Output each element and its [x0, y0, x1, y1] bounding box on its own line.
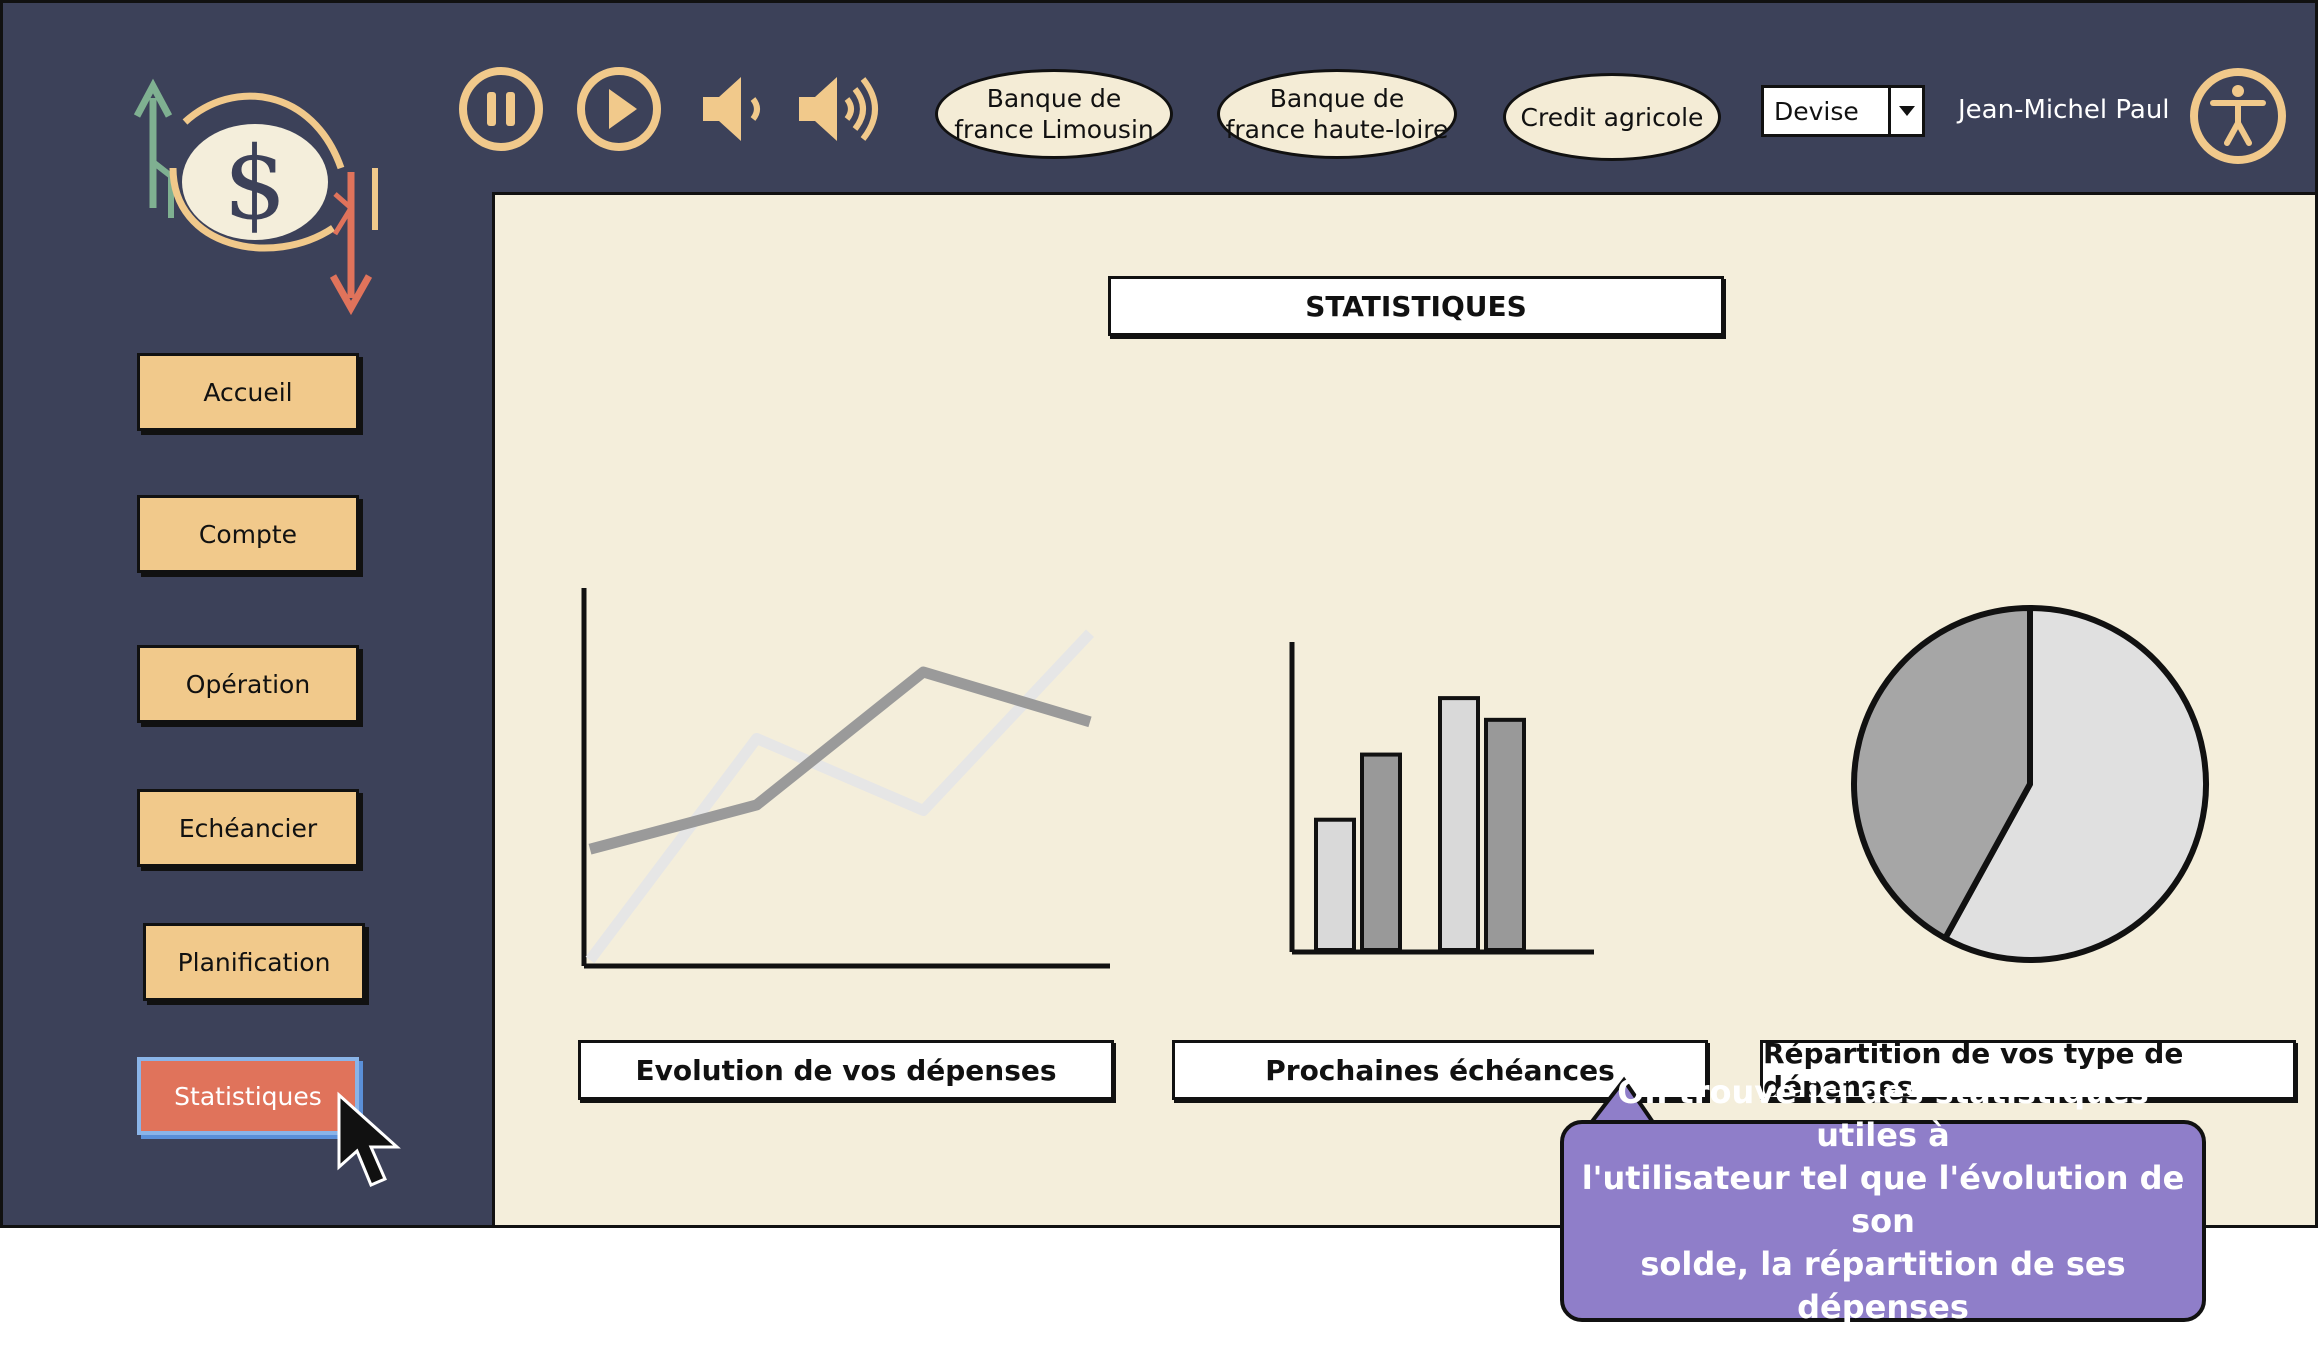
pause-icon[interactable] — [457, 65, 545, 153]
nav-echeancier-button[interactable]: Echéancier — [137, 789, 359, 867]
user-name: Jean-Michel Paul — [1958, 95, 2170, 125]
bank-haute-loire-button[interactable]: Banque de france haute-loire — [1217, 69, 1457, 159]
tooltip-line: en fonction du domaine... — [1650, 1330, 2116, 1369]
bar — [1360, 752, 1402, 952]
line-series-dark — [588, 666, 1092, 855]
bank-line: Credit agricole — [1520, 102, 1704, 132]
spending-evolution-line-chart — [581, 588, 1110, 969]
mouse-cursor-icon — [337, 1091, 401, 1187]
nav-planification-button[interactable]: Planification — [143, 923, 365, 1001]
bar — [1484, 717, 1526, 953]
expense-type-pie-chart — [1851, 605, 2209, 963]
help-tooltip: On trouve ici des statistiques utiles à … — [1560, 1073, 2206, 1369]
dollar-exchange-logo-icon: $ — [133, 78, 378, 316]
svg-text:$: $ — [223, 125, 287, 242]
bank-limousin-button[interactable]: Banque de france Limousin — [935, 69, 1173, 159]
tooltip-line: l'utilisateur tel que l'évolution de son — [1581, 1158, 2185, 1240]
nav-accueil-button[interactable]: Accueil — [137, 353, 359, 431]
currency-select[interactable]: Devise — [1761, 85, 1925, 137]
bank-line: Banque de — [1269, 84, 1405, 113]
volume-high-icon[interactable] — [795, 65, 883, 153]
nav-compte-button[interactable]: Compte — [137, 495, 359, 573]
chevron-down-icon[interactable] — [1888, 88, 1922, 134]
bank-line: france haute-loire — [1225, 115, 1449, 144]
page-title: STATISTIQUES — [1108, 276, 1724, 336]
play-icon[interactable] — [575, 65, 663, 153]
bar — [1438, 696, 1480, 952]
nav-operation-button[interactable]: Opération — [137, 645, 359, 723]
volume-low-icon[interactable] — [697, 65, 785, 153]
upcoming-payments-bar-chart — [1289, 642, 1594, 955]
bank-line: Banque de — [986, 84, 1122, 113]
accessibility-icon[interactable] — [2189, 67, 2287, 165]
nav-statistiques-button[interactable]: Statistiques — [137, 1057, 359, 1135]
spending-evolution-label: Evolution de vos dépenses — [578, 1040, 1114, 1100]
bank-credit-agricole-button[interactable]: Credit agricole — [1503, 73, 1721, 161]
tooltip-line: On trouve ici des statistiques utiles à — [1617, 1072, 2149, 1154]
line-series-light — [585, 629, 1095, 964]
tooltip-line: solde, la répartition de ses dépenses — [1640, 1244, 2126, 1326]
currency-select-value: Devise — [1774, 96, 1859, 126]
bank-line: france Limousin — [954, 115, 1154, 144]
bar — [1314, 817, 1356, 952]
